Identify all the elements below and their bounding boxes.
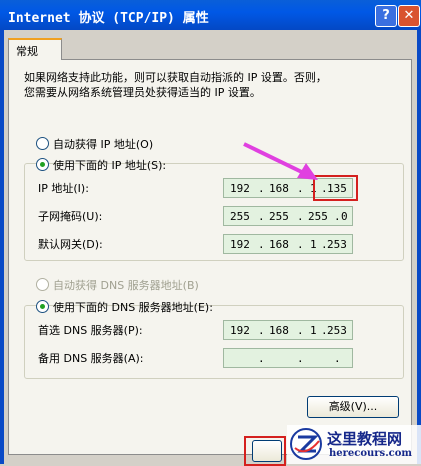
watermark-site-name: 这里教程网 <box>327 430 403 448</box>
watermark: 这里教程网 herecours.com <box>287 425 421 464</box>
annotation-arrow-shaft <box>243 142 311 178</box>
logo-icon <box>290 428 322 460</box>
annotation-arrow-layer <box>243 142 318 180</box>
watermark-site-url: herecours.com <box>329 448 413 459</box>
